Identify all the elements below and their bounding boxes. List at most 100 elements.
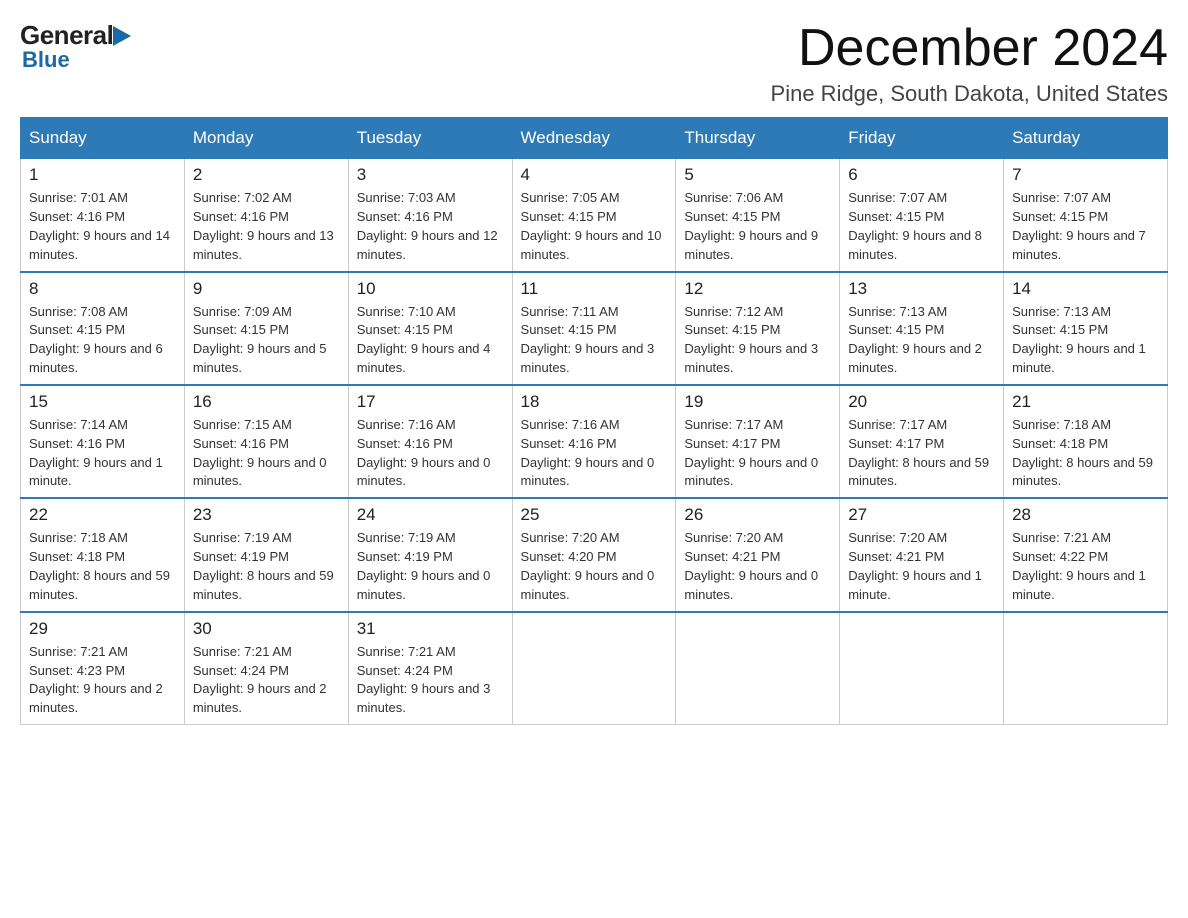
day-detail: Sunrise: 7:14 AMSunset: 4:16 PMDaylight:… (29, 416, 176, 491)
day-number: 29 (29, 619, 176, 639)
header-tuesday: Tuesday (348, 118, 512, 159)
calendar-cell: 3 Sunrise: 7:03 AMSunset: 4:16 PMDaylight… (348, 159, 512, 272)
calendar-cell: 5 Sunrise: 7:06 AMSunset: 4:15 PMDaylight… (676, 159, 840, 272)
day-detail: Sunrise: 7:02 AMSunset: 4:16 PMDaylight:… (193, 189, 340, 264)
calendar-week-4: 22 Sunrise: 7:18 AMSunset: 4:18 PMDayligh… (21, 498, 1168, 611)
calendar-cell: 17 Sunrise: 7:16 AMSunset: 4:16 PMDayligh… (348, 385, 512, 498)
calendar-cell: 24 Sunrise: 7:19 AMSunset: 4:19 PMDayligh… (348, 498, 512, 611)
calendar-cell: 11Sunrise: 7:11 AMSunset: 4:15 PMDayligh… (512, 272, 676, 385)
calendar-week-1: 1 Sunrise: 7:01 AMSunset: 4:16 PMDaylight… (21, 159, 1168, 272)
day-number: 27 (848, 505, 995, 525)
logo: General Blue (20, 20, 131, 73)
calendar-cell: 25 Sunrise: 7:20 AMSunset: 4:20 PMDayligh… (512, 498, 676, 611)
day-detail: Sunrise: 7:15 AMSunset: 4:16 PMDaylight:… (193, 416, 340, 491)
calendar: Sunday Monday Tuesday Wednesday Thursday… (20, 117, 1168, 725)
day-detail: Sunrise: 7:03 AMSunset: 4:16 PMDaylight:… (357, 189, 504, 264)
day-detail: Sunrise: 7:20 AMSunset: 4:21 PMDaylight:… (848, 529, 995, 604)
calendar-week-3: 15 Sunrise: 7:14 AMSunset: 4:16 PMDayligh… (21, 385, 1168, 498)
calendar-cell: 16 Sunrise: 7:15 AMSunset: 4:16 PMDayligh… (184, 385, 348, 498)
day-detail: Sunrise: 7:19 AMSunset: 4:19 PMDaylight:… (357, 529, 504, 604)
day-number: 3 (357, 165, 504, 185)
day-detail: Sunrise: 7:21 AMSunset: 4:22 PMDaylight:… (1012, 529, 1159, 604)
day-detail: Sunrise: 7:13 AMSunset: 4:15 PMDaylight:… (1012, 303, 1159, 378)
day-number: 2 (193, 165, 340, 185)
day-number: 5 (684, 165, 831, 185)
calendar-cell (512, 612, 676, 725)
day-detail: Sunrise: 7:16 AMSunset: 4:16 PMDaylight:… (357, 416, 504, 491)
day-number: 13 (848, 279, 995, 299)
day-number: 19 (684, 392, 831, 412)
day-number: 16 (193, 392, 340, 412)
calendar-cell: 6Sunrise: 7:07 AMSunset: 4:15 PMDaylight… (840, 159, 1004, 272)
day-number: 22 (29, 505, 176, 525)
calendar-cell: 27 Sunrise: 7:20 AMSunset: 4:21 PMDayligh… (840, 498, 1004, 611)
calendar-cell: 12Sunrise: 7:12 AMSunset: 4:15 PMDayligh… (676, 272, 840, 385)
header-wednesday: Wednesday (512, 118, 676, 159)
calendar-header-row: Sunday Monday Tuesday Wednesday Thursday… (21, 118, 1168, 159)
calendar-week-5: 29 Sunrise: 7:21 AMSunset: 4:23 PMDayligh… (21, 612, 1168, 725)
calendar-cell: 2 Sunrise: 7:02 AMSunset: 4:16 PMDaylight… (184, 159, 348, 272)
day-detail: Sunrise: 7:12 AMSunset: 4:15 PMDaylight:… (684, 303, 831, 378)
day-number: 17 (357, 392, 504, 412)
calendar-cell: 26 Sunrise: 7:20 AMSunset: 4:21 PMDayligh… (676, 498, 840, 611)
day-number: 28 (1012, 505, 1159, 525)
day-number: 15 (29, 392, 176, 412)
calendar-cell (840, 612, 1004, 725)
day-detail: Sunrise: 7:01 AMSunset: 4:16 PMDaylight:… (29, 189, 176, 264)
title-area: December 2024 Pine Ridge, South Dakota, … (771, 20, 1168, 107)
day-detail: Sunrise: 7:16 AMSunset: 4:16 PMDaylight:… (521, 416, 668, 491)
day-detail: Sunrise: 7:09 AMSunset: 4:15 PMDaylight:… (193, 303, 340, 378)
day-detail: Sunrise: 7:05 AMSunset: 4:15 PMDaylight:… (521, 189, 668, 264)
day-number: 14 (1012, 279, 1159, 299)
calendar-cell: 15 Sunrise: 7:14 AMSunset: 4:16 PMDayligh… (21, 385, 185, 498)
header-thursday: Thursday (676, 118, 840, 159)
day-number: 21 (1012, 392, 1159, 412)
header-saturday: Saturday (1004, 118, 1168, 159)
day-number: 30 (193, 619, 340, 639)
header-sunday: Sunday (21, 118, 185, 159)
calendar-cell: 22 Sunrise: 7:18 AMSunset: 4:18 PMDayligh… (21, 498, 185, 611)
day-number: 18 (521, 392, 668, 412)
logo-blue-part (113, 26, 131, 46)
day-detail: Sunrise: 7:17 AMSunset: 4:17 PMDaylight:… (684, 416, 831, 491)
day-detail: Sunrise: 7:08 AMSunset: 4:15 PMDaylight:… (29, 303, 176, 378)
month-title: December 2024 (771, 20, 1168, 77)
calendar-cell: 19 Sunrise: 7:17 AMSunset: 4:17 PMDayligh… (676, 385, 840, 498)
calendar-cell: 1 Sunrise: 7:01 AMSunset: 4:16 PMDaylight… (21, 159, 185, 272)
day-number: 25 (521, 505, 668, 525)
day-number: 26 (684, 505, 831, 525)
calendar-cell: 9Sunrise: 7:09 AMSunset: 4:15 PMDaylight… (184, 272, 348, 385)
day-detail: Sunrise: 7:21 AMSunset: 4:24 PMDaylight:… (193, 643, 340, 718)
day-detail: Sunrise: 7:18 AMSunset: 4:18 PMDaylight:… (29, 529, 176, 604)
day-detail: Sunrise: 7:06 AMSunset: 4:15 PMDaylight:… (684, 189, 831, 264)
day-detail: Sunrise: 7:17 AMSunset: 4:17 PMDaylight:… (848, 416, 995, 491)
day-number: 23 (193, 505, 340, 525)
day-number: 24 (357, 505, 504, 525)
calendar-cell: 18 Sunrise: 7:16 AMSunset: 4:16 PMDayligh… (512, 385, 676, 498)
location-title: Pine Ridge, South Dakota, United States (771, 81, 1168, 107)
day-detail: Sunrise: 7:13 AMSunset: 4:15 PMDaylight:… (848, 303, 995, 378)
day-detail: Sunrise: 7:11 AMSunset: 4:15 PMDaylight:… (521, 303, 668, 378)
day-detail: Sunrise: 7:21 AMSunset: 4:23 PMDaylight:… (29, 643, 176, 718)
day-number: 4 (521, 165, 668, 185)
calendar-cell: 8 Sunrise: 7:08 AMSunset: 4:15 PMDaylight… (21, 272, 185, 385)
day-detail: Sunrise: 7:20 AMSunset: 4:21 PMDaylight:… (684, 529, 831, 604)
day-detail: Sunrise: 7:07 AMSunset: 4:15 PMDaylight:… (1012, 189, 1159, 264)
day-number: 31 (357, 619, 504, 639)
day-detail: Sunrise: 7:20 AMSunset: 4:20 PMDaylight:… (521, 529, 668, 604)
day-number: 1 (29, 165, 176, 185)
calendar-cell: 13 Sunrise: 7:13 AMSunset: 4:15 PMDayligh… (840, 272, 1004, 385)
day-number: 7 (1012, 165, 1159, 185)
day-detail: Sunrise: 7:19 AMSunset: 4:19 PMDaylight:… (193, 529, 340, 604)
header-friday: Friday (840, 118, 1004, 159)
calendar-cell: 20Sunrise: 7:17 AMSunset: 4:17 PMDayligh… (840, 385, 1004, 498)
day-number: 8 (29, 279, 176, 299)
day-detail: Sunrise: 7:18 AMSunset: 4:18 PMDaylight:… (1012, 416, 1159, 491)
calendar-cell: 28 Sunrise: 7:21 AMSunset: 4:22 PMDayligh… (1004, 498, 1168, 611)
header-monday: Monday (184, 118, 348, 159)
calendar-cell: 7 Sunrise: 7:07 AMSunset: 4:15 PMDaylight… (1004, 159, 1168, 272)
day-number: 6 (848, 165, 995, 185)
calendar-cell: 14 Sunrise: 7:13 AMSunset: 4:15 PMDayligh… (1004, 272, 1168, 385)
day-detail: Sunrise: 7:10 AMSunset: 4:15 PMDaylight:… (357, 303, 504, 378)
calendar-cell: 29 Sunrise: 7:21 AMSunset: 4:23 PMDayligh… (21, 612, 185, 725)
